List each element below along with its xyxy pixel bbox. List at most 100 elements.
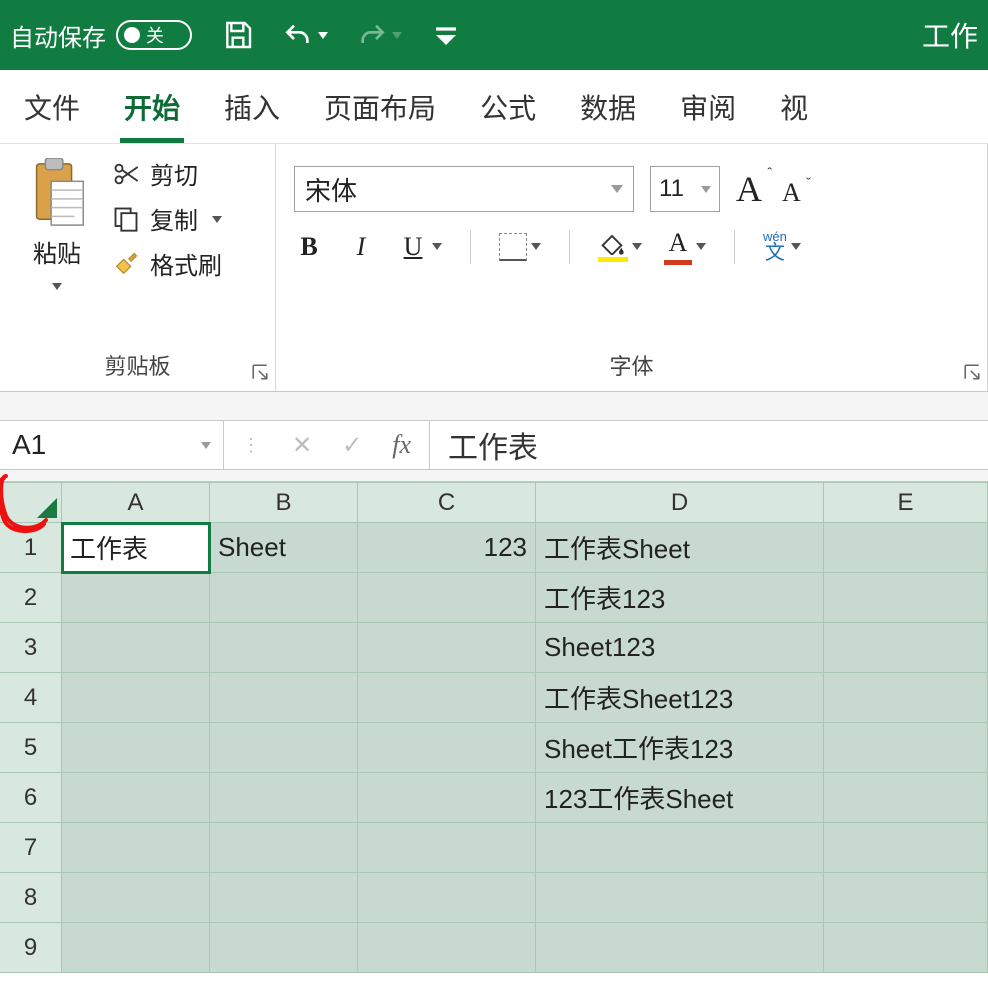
cell-E5[interactable] bbox=[824, 723, 988, 773]
font-color-button[interactable]: A bbox=[664, 228, 706, 265]
cell-E1[interactable] bbox=[824, 523, 988, 573]
cell-E9[interactable] bbox=[824, 923, 988, 973]
tab-file[interactable]: 文件 bbox=[20, 77, 84, 137]
cell-D2[interactable]: 工作表123 bbox=[536, 573, 824, 623]
cell-D6[interactable]: 123工作表Sheet bbox=[536, 773, 824, 823]
cell-A1[interactable]: 工作表 bbox=[62, 523, 210, 573]
cell-D1[interactable]: 工作表Sheet bbox=[536, 523, 824, 573]
tab-formulas[interactable]: 公式 bbox=[476, 77, 540, 137]
row-header-7[interactable]: 7 bbox=[0, 823, 62, 873]
cell-C9[interactable] bbox=[358, 923, 536, 973]
formula-bar-handle[interactable]: ⋮ bbox=[242, 435, 262, 456]
name-box[interactable]: A1 bbox=[0, 421, 224, 469]
cell-C2[interactable] bbox=[358, 573, 536, 623]
cell-D8[interactable] bbox=[536, 873, 824, 923]
cell-C3[interactable] bbox=[358, 623, 536, 673]
cell-A3[interactable] bbox=[62, 623, 210, 673]
cell-E4[interactable] bbox=[824, 673, 988, 723]
toggle-switch[interactable]: 关 bbox=[116, 20, 192, 50]
cell-B2[interactable] bbox=[210, 573, 358, 623]
cell-C1[interactable]: 123 bbox=[358, 523, 536, 573]
customize-qat-button[interactable] bbox=[430, 19, 462, 51]
column-header-C[interactable]: C bbox=[358, 483, 536, 523]
cancel-button[interactable]: ✕ bbox=[292, 431, 312, 460]
cell-D4[interactable]: 工作表Sheet123 bbox=[536, 673, 824, 723]
increase-font-button[interactable]: Aˆ bbox=[736, 168, 762, 210]
copy-dropdown[interactable] bbox=[212, 211, 222, 227]
column-header-D[interactable]: D bbox=[536, 483, 824, 523]
underline-button[interactable]: U bbox=[398, 232, 442, 262]
font-size-select[interactable]: 11 bbox=[650, 166, 720, 212]
cut-button[interactable]: 剪切 bbox=[112, 156, 222, 191]
tab-home[interactable]: 开始 bbox=[120, 77, 184, 137]
undo-button[interactable] bbox=[282, 19, 328, 51]
cell-D3[interactable]: Sheet123 bbox=[536, 623, 824, 673]
fill-color-button[interactable] bbox=[598, 231, 642, 262]
column-header-B[interactable]: B bbox=[210, 483, 358, 523]
cell-C7[interactable] bbox=[358, 823, 536, 873]
cell-B4[interactable] bbox=[210, 673, 358, 723]
decrease-font-button[interactable]: Aˇ bbox=[782, 178, 801, 208]
cell-A9[interactable] bbox=[62, 923, 210, 973]
cell-A4[interactable] bbox=[62, 673, 210, 723]
cell-A2[interactable] bbox=[62, 573, 210, 623]
font-launcher[interactable] bbox=[963, 363, 981, 381]
cell-B7[interactable] bbox=[210, 823, 358, 873]
cell-B1[interactable]: Sheet bbox=[210, 523, 358, 573]
format-painter-button[interactable]: 格式刷 bbox=[112, 246, 222, 281]
paste-dropdown[interactable] bbox=[10, 277, 104, 293]
border-button[interactable] bbox=[499, 233, 541, 261]
autosave-toggle[interactable]: 自动保存 关 bbox=[10, 18, 192, 53]
cell-A7[interactable] bbox=[62, 823, 210, 873]
enter-button[interactable]: ✓ bbox=[342, 431, 362, 460]
tab-page-layout[interactable]: 页面布局 bbox=[320, 77, 440, 137]
column-header-E[interactable]: E bbox=[824, 483, 988, 523]
redo-button[interactable] bbox=[356, 19, 402, 51]
row-header-4[interactable]: 4 bbox=[0, 673, 62, 723]
cell-B6[interactable] bbox=[210, 773, 358, 823]
cell-E3[interactable] bbox=[824, 623, 988, 673]
column-header-A[interactable]: A bbox=[62, 483, 210, 523]
cell-C5[interactable] bbox=[358, 723, 536, 773]
font-name-select[interactable]: 宋体 bbox=[294, 166, 634, 212]
row-header-5[interactable]: 5 bbox=[0, 723, 62, 773]
clipboard-launcher[interactable] bbox=[251, 363, 269, 381]
formula-input[interactable]: 工作表 bbox=[430, 423, 988, 467]
row-header-2[interactable]: 2 bbox=[0, 573, 62, 623]
save-button[interactable] bbox=[222, 19, 254, 51]
tab-view[interactable]: 视 bbox=[776, 77, 812, 137]
tab-review[interactable]: 审阅 bbox=[676, 77, 740, 137]
cell-B3[interactable] bbox=[210, 623, 358, 673]
cell-A5[interactable] bbox=[62, 723, 210, 773]
row-header-1[interactable]: 1 bbox=[0, 523, 62, 573]
phonetic-guide-button[interactable]: wén 文 bbox=[763, 230, 801, 263]
cell-C8[interactable] bbox=[358, 873, 536, 923]
bold-button[interactable]: B bbox=[294, 232, 324, 262]
cell-B9[interactable] bbox=[210, 923, 358, 973]
cell-E7[interactable] bbox=[824, 823, 988, 873]
cell-E2[interactable] bbox=[824, 573, 988, 623]
cell-D9[interactable] bbox=[536, 923, 824, 973]
tab-data[interactable]: 数据 bbox=[576, 77, 640, 137]
cell-A6[interactable] bbox=[62, 773, 210, 823]
tab-insert[interactable]: 插入 bbox=[220, 77, 284, 137]
row-header-8[interactable]: 8 bbox=[0, 873, 62, 923]
row-header-3[interactable]: 3 bbox=[0, 623, 62, 673]
cell-B8[interactable] bbox=[210, 873, 358, 923]
italic-button[interactable]: I bbox=[346, 232, 376, 262]
row-header-9[interactable]: 9 bbox=[0, 923, 62, 973]
insert-function-button[interactable]: fx bbox=[392, 430, 411, 460]
cell-C4[interactable] bbox=[358, 673, 536, 723]
cell-D5[interactable]: Sheet工作表123 bbox=[536, 723, 824, 773]
select-all-button[interactable] bbox=[0, 483, 62, 523]
cell-D7[interactable] bbox=[536, 823, 824, 873]
cell-A8[interactable] bbox=[62, 873, 210, 923]
copy-button[interactable]: 复制 bbox=[112, 201, 222, 236]
cell-C6[interactable] bbox=[358, 773, 536, 823]
paste-button[interactable]: 粘贴 bbox=[10, 152, 104, 293]
cell-E8[interactable] bbox=[824, 873, 988, 923]
cell-B5[interactable] bbox=[210, 723, 358, 773]
row-header-6[interactable]: 6 bbox=[0, 773, 62, 823]
copy-label: 复制 bbox=[150, 201, 198, 236]
cell-E6[interactable] bbox=[824, 773, 988, 823]
